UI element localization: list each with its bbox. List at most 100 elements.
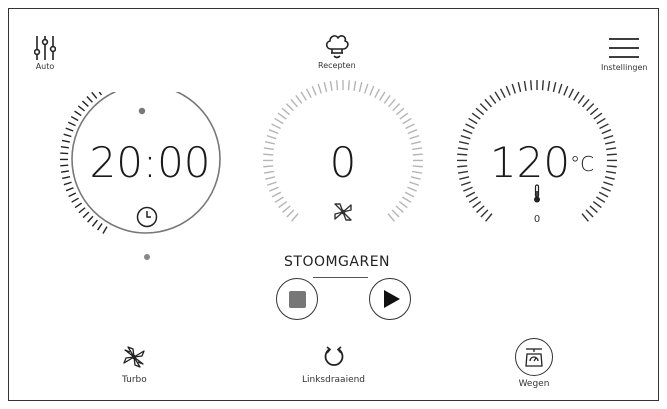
dial-tick — [410, 176, 421, 180]
dial-tick — [323, 82, 328, 93]
dial-tick — [472, 201, 482, 209]
dial-tick — [395, 205, 404, 213]
dial-tick — [364, 83, 369, 94]
dial-tick — [63, 133, 72, 138]
dial-tick — [317, 83, 322, 94]
dial-tick — [277, 112, 287, 120]
play-button[interactable] — [369, 278, 411, 320]
weigh-button[interactable]: Wegen — [515, 338, 553, 389]
dial-tick — [65, 187, 74, 192]
dial-tick — [412, 147, 423, 151]
dial-tick — [412, 165, 423, 168]
dial-tick — [606, 165, 617, 168]
dial-tick — [91, 92, 98, 99]
dial-tick — [271, 123, 281, 130]
dial-tick — [268, 129, 279, 135]
settings-button[interactable]: Instellingen — [601, 36, 647, 72]
dial-tick — [60, 145, 69, 149]
dial-tick — [70, 115, 79, 122]
dial-tick — [282, 205, 291, 213]
dial-tick — [494, 91, 501, 101]
dial-tick — [71, 197, 79, 203]
turbo-button[interactable]: Turbo — [122, 345, 147, 385]
dial-tick — [604, 141, 616, 145]
dial-tick — [290, 98, 298, 108]
turbo-label: Turbo — [122, 375, 147, 385]
dial-tick — [505, 85, 511, 96]
dial-tick — [278, 201, 288, 209]
dial-tick — [392, 103, 401, 112]
dial-tick — [300, 91, 307, 101]
dial-tick — [568, 88, 575, 99]
recipes-button[interactable]: Recepten — [318, 32, 356, 70]
dial-tick — [460, 181, 471, 186]
temperature-value: 120 — [489, 138, 571, 187]
auto-button[interactable]: Auto — [34, 34, 56, 71]
dial-tick — [402, 196, 412, 203]
dial-tick — [86, 96, 93, 103]
temperature-unit: °C — [570, 152, 595, 176]
timer-start-knob[interactable] — [138, 107, 146, 115]
dial-tick — [601, 186, 611, 192]
dial-tick — [552, 82, 557, 93]
reverse-button[interactable]: Linksdraaiend — [302, 345, 365, 385]
dial-tick — [65, 127, 74, 132]
reverse-rotation-icon — [324, 346, 343, 366]
dial-tick — [523, 80, 527, 91]
dial-tick — [379, 91, 386, 101]
dial-tick — [598, 191, 609, 198]
dial-tick — [410, 141, 422, 145]
timer-end-knob[interactable] — [144, 254, 150, 260]
turbo-icon — [123, 346, 146, 368]
dial-tick — [479, 103, 488, 112]
dial-tick — [412, 153, 423, 156]
dial-tick — [77, 105, 86, 112]
dial-tick — [596, 117, 606, 125]
dial-tick — [409, 134, 420, 140]
dial-tick — [264, 141, 276, 145]
dial-tick — [463, 186, 473, 192]
dial-tick — [606, 147, 617, 151]
dial-tick — [409, 181, 420, 186]
dial-tick — [263, 165, 274, 168]
dial-tick — [596, 196, 606, 203]
dial-tick — [336, 80, 339, 91]
dial-tick — [62, 175, 71, 180]
scale-icon — [525, 348, 543, 367]
dial-tick — [407, 186, 417, 192]
dial-tick — [263, 153, 274, 156]
dial-tick — [457, 153, 468, 156]
dial-tick — [489, 94, 497, 104]
dial-tick — [586, 103, 595, 112]
thermometer-icon — [534, 184, 540, 203]
dial-tick — [402, 117, 412, 125]
dial-tick — [604, 176, 615, 180]
dial-tick — [511, 83, 516, 94]
dial-tick — [60, 170, 70, 173]
dial-tick — [286, 209, 295, 218]
clock-icon — [136, 206, 158, 228]
dial-tick — [388, 98, 396, 108]
dial-tick — [485, 213, 493, 222]
dial-tick — [383, 94, 391, 104]
dial-tick — [468, 117, 478, 125]
dial-tick — [266, 134, 277, 140]
dial-tick — [468, 196, 478, 203]
dial-tick — [269, 186, 279, 192]
dial-tick — [329, 80, 333, 91]
timer-display: 20:00 — [89, 138, 211, 187]
dial-tick — [599, 123, 609, 130]
dial-tick — [582, 98, 590, 108]
dial-tick — [281, 107, 291, 116]
dial-tick — [369, 85, 375, 96]
reverse-label: Linksdraaiend — [302, 375, 366, 385]
dial-tick — [266, 181, 277, 186]
dial-tick — [358, 82, 363, 93]
mode-label: STOOMGAREN — [284, 254, 391, 270]
dial-tick — [295, 94, 303, 104]
dial-tick — [285, 103, 294, 112]
stop-button[interactable] — [276, 278, 318, 320]
dial-tick — [603, 134, 614, 140]
dial-tick — [305, 88, 312, 99]
dial-tick — [530, 80, 533, 91]
